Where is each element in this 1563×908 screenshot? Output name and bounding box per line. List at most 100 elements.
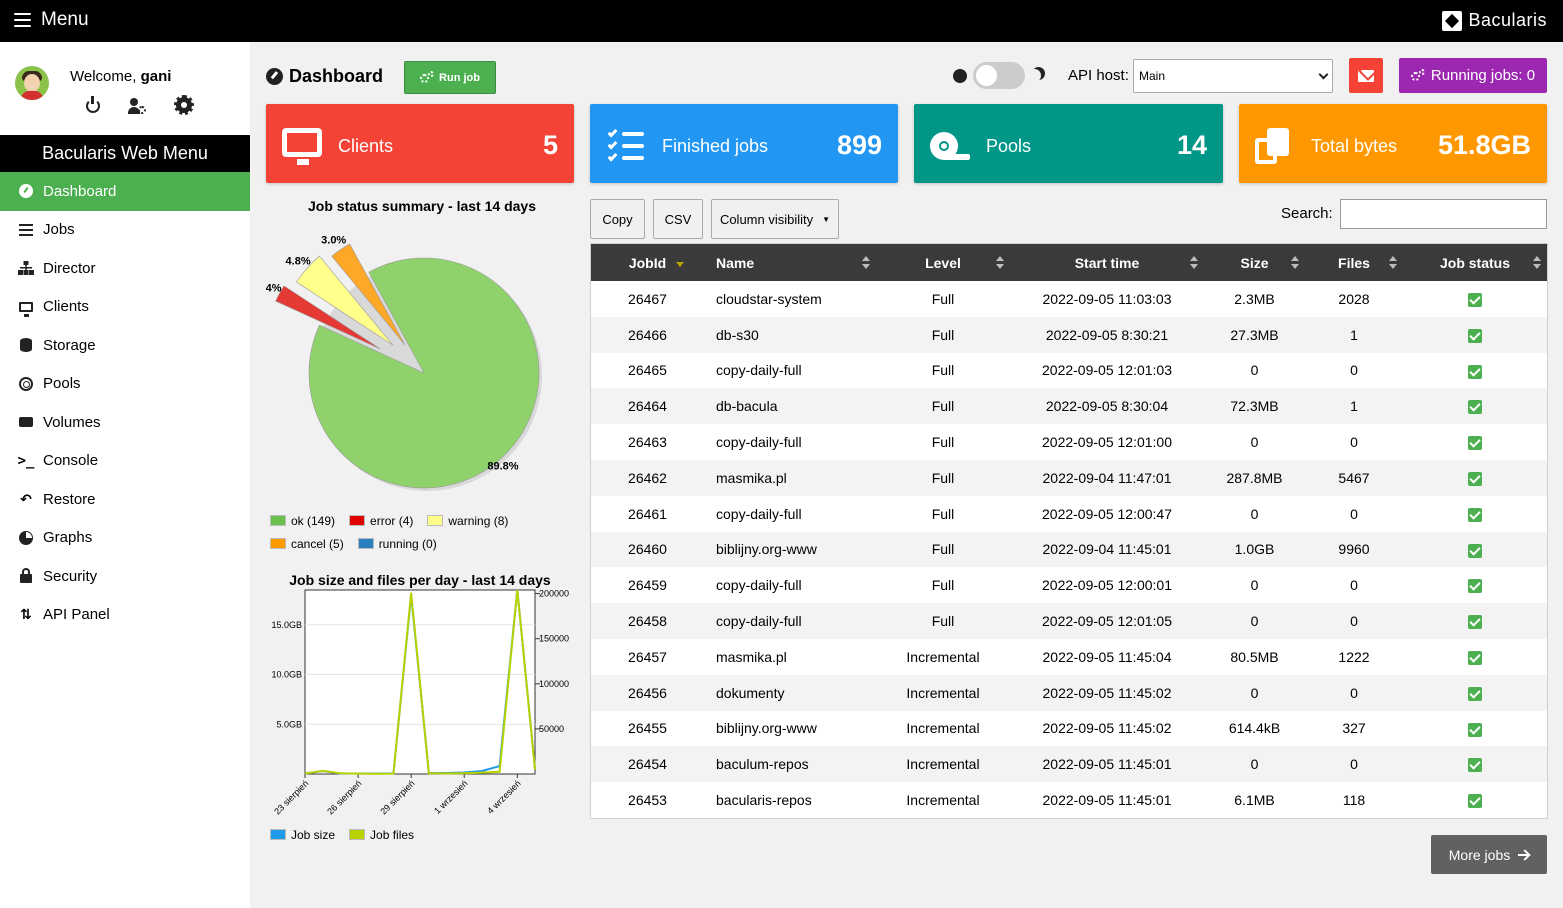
cell-jobid[interactable]: 26457 — [591, 639, 704, 675]
table-row[interactable]: 26453 bacularis-repos Incremental 2022-09-0… — [591, 782, 1547, 818]
sidebar-item-restore[interactable]: ↶ Restore — [0, 480, 250, 519]
running-jobs-button[interactable]: Running jobs: 0 — [1399, 58, 1547, 93]
cell-name[interactable]: baculum-repos — [704, 746, 876, 782]
sidebar-item-director[interactable]: Director — [0, 249, 250, 288]
legend-item-job-size[interactable]: Job size — [270, 823, 335, 846]
cell-name[interactable]: db-s30 — [704, 317, 876, 353]
column-header-files[interactable]: Files — [1305, 244, 1403, 281]
column-header-start-time[interactable]: Start time — [1010, 244, 1204, 281]
cell-size: 80.5MB — [1230, 648, 1279, 665]
dashboard-icon — [19, 184, 33, 199]
table-row[interactable]: 26457 masmika.pl Incremental 2022-09-05 11:… — [591, 639, 1547, 675]
cell-name[interactable]: biblijny.org-www — [704, 711, 876, 747]
cell-jobid[interactable]: 26464 — [591, 388, 704, 424]
cell-jobid[interactable]: 26460 — [591, 532, 704, 568]
sidebar-item-jobs[interactable]: Jobs — [0, 211, 250, 250]
settings-gear-icon[interactable] — [174, 95, 194, 115]
api-host-select[interactable]: Main — [1133, 59, 1333, 93]
cell-name[interactable]: masmika.pl — [704, 639, 876, 675]
menu-toggle-button[interactable]: Menu — [14, 9, 89, 31]
table-row[interactable]: 26466 db-s30 Full 2022-09-05 8:30:21 27.3MB 1 — [591, 316, 1547, 353]
cell-name[interactable]: copy-daily-full — [704, 496, 876, 532]
column-visibility-button[interactable]: Column visibility ▼ — [711, 199, 839, 239]
legend-item-error[interactable]: error (4) — [349, 509, 413, 532]
sidebar-item-security[interactable]: Security — [0, 557, 250, 596]
finished-jobs-card[interactable]: Finished jobs 899 — [590, 104, 898, 183]
sidebar-item-dashboard[interactable]: Dashboard — [0, 172, 250, 211]
csv-button[interactable]: CSV — [653, 199, 703, 239]
status-ok-check-icon — [1468, 293, 1482, 308]
cell-jobid[interactable]: 26454 — [591, 746, 704, 782]
table-row[interactable]: 26463 copy-daily-full Full 2022-09-05 12:01… — [591, 424, 1547, 460]
sidebar-item-storage[interactable]: Storage — [0, 326, 250, 365]
column-header-level[interactable]: Level — [876, 244, 1010, 281]
cell-name[interactable]: bacularis-repos — [704, 782, 876, 818]
cell-name[interactable]: cloudstar-system — [704, 281, 876, 317]
table-row[interactable]: 26458 copy-daily-full Full 2022-09-05 12:01… — [591, 603, 1547, 639]
cell-jobid[interactable]: 26465 — [591, 353, 704, 389]
table-row[interactable]: 26461 copy-daily-full Full 2022-09-05 12:00… — [591, 496, 1547, 532]
cell-jobid[interactable]: 26463 — [591, 424, 704, 460]
more-jobs-button[interactable]: More jobs — [1431, 835, 1547, 874]
table-row[interactable]: 26454 baculum-repos Incremental 2022-09-05 … — [591, 746, 1547, 783]
cell-name[interactable]: biblijny.org-www — [704, 532, 876, 568]
sidebar-item-graphs[interactable]: Graphs — [0, 519, 250, 558]
cell-jobid[interactable]: 26459 — [591, 567, 704, 603]
table-row[interactable]: 26455 biblijny.org-www Incremental 2022-09-… — [591, 711, 1547, 747]
clients-card[interactable]: Clients 5 — [266, 104, 574, 183]
messages-button[interactable] — [1349, 58, 1383, 93]
card-value: 14 — [1176, 130, 1207, 160]
legend-item-cancel[interactable]: cancel (5) — [270, 532, 344, 555]
cell-jobid[interactable]: 26455 — [591, 711, 704, 747]
cell-name[interactable]: dokumenty — [704, 675, 876, 711]
legend-item-warning[interactable]: warning (8) — [427, 509, 508, 532]
sidebar-item-volumes[interactable]: Volumes — [0, 403, 250, 442]
pools-card[interactable]: Pools 14 — [914, 104, 1223, 183]
legend-item-ok[interactable]: ok (149) — [270, 509, 335, 532]
table-row[interactable]: 26456 dokumenty Incremental 2022-09-05 11:4… — [591, 674, 1547, 711]
cell-jobid[interactable]: 26453 — [591, 782, 704, 818]
cell-jobid[interactable]: 26462 — [591, 460, 704, 496]
x-tick-label: 4 wrzesień — [485, 778, 522, 815]
dark-mode-switch[interactable] — [973, 62, 1025, 89]
table-row[interactable]: 26464 db-bacula Full 2022-09-05 8:30:04 72.3… — [591, 388, 1547, 425]
legend-item-job-files[interactable]: Job files — [349, 823, 414, 846]
table-row[interactable]: 26460 biblijny.org-www Full 2022-09-04 11:4… — [591, 531, 1547, 568]
column-header-name[interactable]: Name — [704, 244, 876, 281]
chart-pie-icon — [19, 530, 33, 545]
hdd-icon — [19, 417, 33, 428]
sidebar-item-label: Storage — [43, 336, 96, 354]
cell-files: 2028 — [1338, 290, 1370, 307]
sidebar-item-pools[interactable]: Pools — [0, 365, 250, 404]
legend-item-running[interactable]: running (0) — [357, 532, 437, 555]
logout-power-icon[interactable] — [86, 96, 100, 113]
cell-jobid[interactable]: 26458 — [591, 603, 704, 639]
table-row[interactable]: 26462 masmika.pl Full 2022-09-04 11:47:01 28… — [591, 459, 1547, 496]
cell-name[interactable]: copy-daily-full — [704, 424, 876, 460]
cell-job-status — [1403, 746, 1547, 782]
table-row[interactable]: 26465 copy-daily-full Full 2022-09-05 12:01… — [591, 353, 1547, 389]
sidebar-item-clients[interactable]: Clients — [0, 288, 250, 327]
user-settings-icon[interactable] — [128, 97, 146, 115]
search-input[interactable] — [1340, 199, 1547, 229]
cell-jobid[interactable]: 26466 — [591, 317, 704, 353]
job-status-pie-chart: 89.8% 2.4% 4.8% 3.0% — [266, 235, 542, 491]
sidebar-item-api-panel[interactable]: ⇅ API Panel — [0, 596, 250, 635]
cell-jobid[interactable]: 26467 — [591, 281, 704, 317]
column-header-size[interactable]: Size — [1204, 244, 1305, 281]
cell-name[interactable]: db-bacula — [704, 388, 876, 424]
cell-jobid[interactable]: 26456 — [591, 675, 704, 711]
copy-button[interactable]: Copy — [590, 199, 645, 239]
column-header-jobid[interactable]: JobId — [591, 244, 704, 281]
column-header-job-status[interactable]: Job status — [1403, 244, 1547, 281]
cell-name[interactable]: copy-daily-full — [704, 567, 876, 603]
cell-name[interactable]: copy-daily-full — [704, 603, 876, 639]
cell-jobid[interactable]: 26461 — [591, 496, 704, 532]
cell-name[interactable]: masmika.pl — [704, 460, 876, 496]
run-job-button[interactable]: Run job — [404, 61, 496, 94]
table-row[interactable]: 26467 cloudstar-system Full 2022-09-05 11:0… — [591, 281, 1547, 317]
total-bytes-card[interactable]: Total bytes 51.8GB — [1239, 104, 1547, 183]
table-row[interactable]: 26459 copy-daily-full Full 2022-09-05 12:00… — [591, 567, 1547, 603]
sidebar-item-console[interactable]: >_ Console — [0, 442, 250, 481]
cell-name[interactable]: copy-daily-full — [704, 353, 876, 389]
